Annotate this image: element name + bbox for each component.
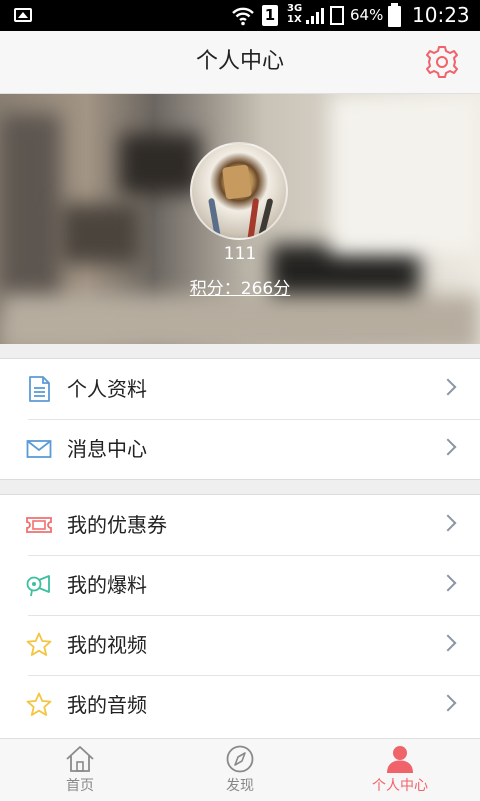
menu-item-label: 我的音频 — [67, 693, 147, 717]
gallery-notification-icon — [14, 8, 32, 22]
menu-item-label: 我的爆料 — [67, 573, 147, 597]
banner-background-shape — [330, 94, 480, 254]
chevron-right-icon — [439, 378, 457, 396]
status-bar: 1 3G 1X 64% 10:23 — [0, 0, 480, 31]
menu-group-content: 我的优惠券 我的爆料 我的视频 我的音频 — [0, 494, 480, 739]
menu-item-messages[interactable]: 消息中心 — [0, 419, 480, 479]
banner-background-shape — [120, 134, 200, 194]
document-icon — [29, 376, 50, 402]
menu-item-coupons[interactable]: 我的优惠券 — [0, 495, 480, 555]
bottom-tab-bar: 首页 发现 个人中心 — [0, 738, 480, 801]
tab-discover[interactable]: 发现 — [160, 739, 320, 801]
sim-slot-indicator: 1 — [262, 5, 278, 26]
chevron-right-icon — [439, 634, 457, 652]
menu-item-videos[interactable]: 我的视频 — [0, 615, 480, 675]
star-icon — [26, 692, 52, 716]
menu-item-label: 消息中心 — [67, 437, 147, 461]
points-link[interactable]: 积分：266分 — [0, 274, 480, 299]
battery-percent: 64% — [350, 6, 384, 24]
tab-label: 个人中心 — [372, 778, 428, 794]
menu-item-label: 我的视频 — [67, 633, 147, 657]
data-icon — [330, 6, 344, 25]
chevron-right-icon — [439, 438, 457, 456]
username: 111 — [223, 244, 257, 264]
avatar[interactable] — [190, 142, 288, 240]
gear-icon[interactable] — [424, 44, 460, 80]
star-icon — [26, 632, 52, 656]
network-type-bottom: 1X — [287, 14, 302, 25]
avatar-photo-detail — [256, 197, 274, 238]
chevron-right-icon — [439, 694, 457, 712]
network-type: 3G 1X — [287, 3, 302, 25]
battery-icon — [388, 3, 401, 27]
avatar-photo-detail — [221, 164, 253, 200]
avatar-photo-detail — [208, 197, 222, 238]
megaphone-icon — [26, 575, 50, 597]
compass-icon — [226, 745, 254, 773]
menu-item-tips[interactable]: 我的爆料 — [0, 555, 480, 615]
person-icon — [387, 746, 413, 773]
home-icon — [66, 746, 94, 772]
banner-background-shape — [0, 294, 480, 344]
menu-group-account: 个人资料 消息中心 — [0, 358, 480, 480]
chevron-right-icon — [439, 574, 457, 592]
avatar-photo-detail — [246, 197, 260, 238]
wifi-icon — [232, 7, 254, 26]
clock: 10:23 — [412, 3, 470, 27]
tab-home[interactable]: 首页 — [0, 739, 160, 801]
profile-banner: 111 积分：266分 — [0, 94, 480, 344]
menu-item-audio[interactable]: 我的音频 — [0, 675, 480, 735]
signal-icon — [306, 8, 324, 24]
tab-label: 发现 — [226, 778, 254, 794]
page-title: 个人中心 — [195, 49, 284, 74]
tab-profile[interactable]: 个人中心 — [320, 739, 480, 801]
chevron-right-icon — [439, 514, 457, 532]
menu-item-label: 我的优惠券 — [67, 513, 167, 537]
menu-item-profile[interactable]: 个人资料 — [0, 359, 480, 419]
app-header: 个人中心 — [0, 31, 480, 94]
points-text[interactable]: 积分：266分 — [190, 279, 290, 299]
tab-label: 首页 — [66, 778, 94, 794]
menu-item-label: 个人资料 — [67, 377, 147, 401]
envelope-icon — [26, 440, 52, 458]
network-type-top: 3G — [287, 3, 303, 14]
ticket-icon — [26, 517, 52, 533]
